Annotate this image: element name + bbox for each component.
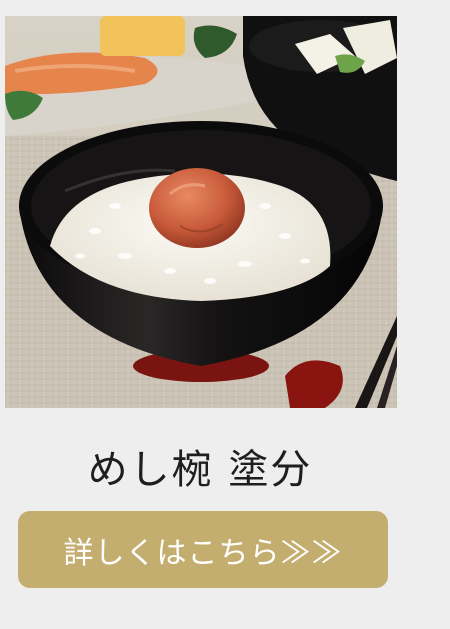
product-card: めし椀 塗分 詳しくはこちら≫≫	[0, 0, 450, 629]
umeboshi	[149, 168, 245, 248]
tamagoyaki	[100, 16, 185, 56]
product-image[interactable]	[5, 16, 397, 408]
details-button[interactable]: 詳しくはこちら≫≫	[18, 511, 388, 588]
product-title: めし椀 塗分	[87, 447, 313, 493]
